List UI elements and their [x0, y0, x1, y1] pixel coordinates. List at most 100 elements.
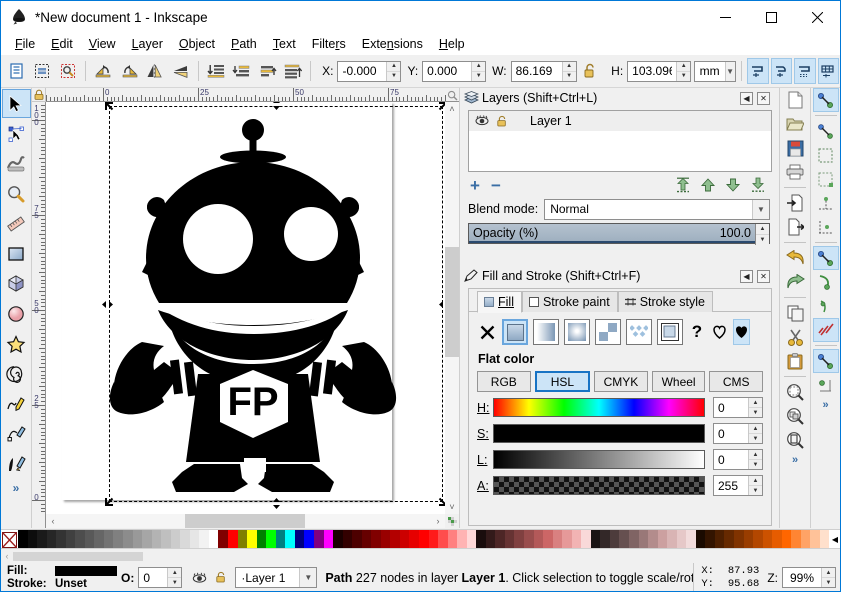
palette-swatch[interactable]: [132, 530, 143, 549]
layer-lower-icon[interactable]: [725, 177, 741, 193]
snap-cusp-node-button[interactable]: [812, 318, 839, 342]
scale-handle-n[interactable]: [271, 102, 282, 110]
hue-spin-arrows[interactable]: ▲ ▼: [748, 398, 762, 417]
palette-swatch[interactable]: [208, 530, 219, 549]
unlock-icon[interactable]: [496, 115, 508, 128]
layers-close-button[interactable]: ✕: [757, 91, 770, 105]
scale-handle-se[interactable]: [437, 496, 445, 507]
palette-swatch[interactable]: [476, 530, 486, 549]
palette-swatch[interactable]: [695, 530, 706, 549]
maximize-button[interactable]: [748, 1, 794, 33]
hue-input[interactable]: [714, 398, 748, 417]
zoom-page-button[interactable]: [782, 428, 808, 452]
lightness-spin-down[interactable]: ▼: [749, 460, 762, 469]
snap-page-border-button[interactable]: [813, 373, 839, 397]
palette-swatch[interactable]: [218, 530, 229, 549]
saturation-slider[interactable]: [493, 424, 705, 443]
palette-swatch[interactable]: [533, 530, 544, 549]
horizontal-ruler[interactable]: 0 25 50 75: [46, 88, 459, 102]
palette-swatch[interactable]: [819, 530, 830, 549]
saturation-spinner[interactable]: ▲▼: [713, 423, 763, 444]
palette-swatch[interactable]: [457, 530, 467, 549]
palette-swatch[interactable]: [753, 530, 763, 549]
layer-to-bottom-icon[interactable]: [750, 177, 766, 193]
remove-layer-button[interactable]: −: [491, 177, 501, 194]
palette-swatch[interactable]: [676, 530, 687, 549]
palette-swatch[interactable]: [418, 530, 429, 549]
zoom-control[interactable]: Z: ▲▼: [767, 567, 836, 588]
palette-swatch[interactable]: [734, 530, 744, 549]
scale-handle-sw[interactable]: [104, 496, 115, 507]
selector-tool[interactable]: [1, 89, 31, 118]
fill-stroke-collapse-button[interactable]: ◀: [740, 269, 753, 283]
palette-swatch[interactable]: [705, 530, 715, 549]
snap-path-button[interactable]: [813, 270, 839, 294]
palette-swatch[interactable]: [428, 530, 439, 549]
star-tool[interactable]: [2, 329, 31, 358]
snap-object-center-button[interactable]: [812, 349, 839, 373]
menu-view[interactable]: View: [81, 35, 124, 53]
palette-swatch[interactable]: [313, 530, 324, 549]
zoom-corner-button[interactable]: [445, 88, 459, 102]
menu-edit[interactable]: Edit: [43, 35, 81, 53]
palette-swatch[interactable]: [342, 530, 353, 549]
select-all-button[interactable]: [6, 58, 27, 84]
w-input[interactable]: [511, 61, 562, 81]
paint-radial-gradient-button[interactable]: [564, 319, 590, 345]
rotate-ccw-button[interactable]: [93, 58, 114, 84]
palette-swatch[interactable]: [638, 530, 649, 549]
saturation-spin-up[interactable]: ▲: [749, 424, 762, 434]
palette-swatch[interactable]: [27, 530, 38, 549]
palette-swatch[interactable]: [94, 530, 104, 549]
lock-guides-icon[interactable]: [33, 89, 45, 101]
color-mode-wheel[interactable]: Wheel: [651, 371, 706, 392]
menu-filters[interactable]: Filters: [304, 35, 354, 53]
status-fill-swatch[interactable]: [55, 566, 117, 576]
lightness-spin-arrows[interactable]: ▲ ▼: [748, 450, 762, 469]
chevron-down-icon[interactable]: ▼: [299, 568, 317, 587]
h-input[interactable]: [628, 61, 677, 81]
menu-text[interactable]: Text: [265, 35, 304, 53]
menu-help[interactable]: Help: [431, 35, 473, 53]
chevron-down-icon[interactable]: ▼: [752, 199, 769, 219]
y-spin-up[interactable]: ▲: [472, 62, 486, 72]
x-spin-arrows[interactable]: ▲ ▼: [386, 61, 401, 81]
palette-scroll-left-button[interactable]: ◀: [830, 530, 840, 548]
x-spin-up[interactable]: ▲: [387, 62, 401, 72]
raise-to-top-button[interactable]: [282, 58, 303, 84]
color-mode-cms[interactable]: CMS: [709, 371, 763, 392]
palette-swatch[interactable]: [294, 530, 305, 549]
snap-enable-button[interactable]: [812, 88, 839, 112]
flip-vertical-button[interactable]: [169, 58, 190, 84]
palette-swatch[interactable]: [323, 530, 334, 549]
palette-swatch[interactable]: [438, 530, 448, 549]
fill-stroke-close-button[interactable]: ✕: [757, 269, 770, 283]
close-button[interactable]: [794, 1, 840, 33]
saturation-input[interactable]: [714, 424, 748, 443]
color-mode-cmyk[interactable]: CMYK: [594, 371, 648, 392]
duplicate-button[interactable]: [782, 301, 808, 325]
paint-linear-gradient-button[interactable]: [533, 319, 559, 345]
palette-swatch[interactable]: [762, 530, 773, 549]
palette-none-swatch[interactable]: [1, 530, 18, 549]
palette-swatch[interactable]: [667, 530, 677, 549]
h-spin-down[interactable]: ▼: [677, 72, 690, 81]
palette-swatch[interactable]: [648, 530, 658, 549]
palette-swatch[interactable]: [151, 530, 162, 549]
fill-rule-evenodd-button[interactable]: [711, 319, 728, 345]
object-opacity-input[interactable]: [139, 568, 168, 587]
x-spin-down[interactable]: ▼: [387, 72, 400, 81]
palette-swatch[interactable]: [581, 530, 591, 549]
tab-fill[interactable]: Fill: [477, 291, 522, 313]
layer-raise-icon[interactable]: [700, 177, 716, 193]
palette-swatch[interactable]: [46, 530, 57, 549]
unlock-icon[interactable]: [215, 571, 227, 584]
saturation-spin-arrows[interactable]: ▲ ▼: [748, 424, 762, 443]
palette-swatch[interactable]: [552, 530, 563, 549]
scroll-right-button[interactable]: ›: [431, 516, 445, 526]
lightness-spin-up[interactable]: ▲: [749, 450, 762, 460]
hue-spin-down[interactable]: ▼: [749, 408, 762, 417]
object-opacity-up[interactable]: ▲: [168, 568, 182, 578]
palette-swatch[interactable]: [361, 530, 372, 549]
menu-extensions[interactable]: Extensions: [354, 35, 431, 53]
